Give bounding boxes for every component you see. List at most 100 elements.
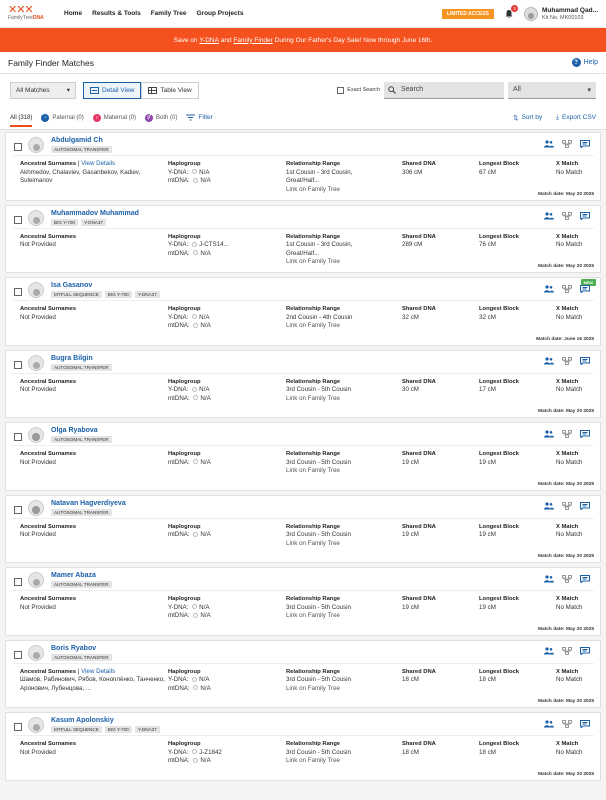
banner-family-finder-link[interactable]: Family Finder [233, 37, 272, 44]
test-tag: Y-DNA37 [134, 291, 160, 298]
family-tree-icon[interactable] [562, 139, 572, 148]
mtdna-label: mtDNA: [168, 177, 190, 184]
tab-maternal[interactable]: ♀ Maternal (0) [92, 113, 136, 122]
filter-button[interactable]: Filter [186, 114, 213, 121]
link-family-tree[interactable]: Link on Family Tree [286, 186, 402, 195]
match-checkbox[interactable] [14, 578, 22, 586]
x-match-label: X Match [556, 378, 579, 385]
link-family-tree[interactable]: Link on Family Tree [286, 395, 402, 404]
export-csv-button[interactable]: ⤓ Export CSV [556, 114, 596, 122]
tab-both[interactable]: ⚥ Both (0) [145, 113, 177, 122]
family-tree-icon[interactable] [562, 429, 572, 438]
view-details-link[interactable]: View Details [81, 668, 115, 675]
match-checkbox[interactable] [14, 288, 22, 296]
relationship-range-extra: Great/Half... [286, 177, 320, 184]
tab-all[interactable]: All (318) [10, 109, 33, 127]
test-tag: Y-DNA37 [80, 218, 106, 226]
help-link[interactable]: ? Help [571, 58, 598, 67]
test-tags: BIG Y-700 Y-DNA37 [51, 218, 139, 226]
link-family-tree[interactable]: Link on Family Tree [286, 685, 402, 694]
match-checkbox[interactable] [14, 215, 22, 224]
message-icon[interactable] [580, 429, 590, 438]
link-family-tree[interactable]: Link on Family Tree [286, 540, 402, 549]
family-tree-icon[interactable] [562, 284, 572, 293]
nav-link-results-tools[interactable]: Results & Tools [92, 10, 141, 17]
match-name[interactable]: Isa Gasanov [51, 282, 160, 289]
user-menu[interactable]: Muhammad Qad... Kit No. MK00103 [524, 6, 598, 21]
filter-label: Filter [198, 114, 213, 121]
family-tree-icon[interactable] [562, 357, 572, 366]
surnames-label: Ancestral Surnames [20, 523, 77, 530]
relationship-icon[interactable] [544, 502, 554, 511]
limited-access-badge[interactable]: LIMITED ACCESS [441, 8, 495, 19]
match-name[interactable]: Kasum Apolonskiy [51, 717, 160, 724]
test-tag: BIG Y-700 [104, 291, 132, 298]
link-family-tree[interactable]: Link on Family Tree [286, 258, 402, 267]
relationship-icon[interactable] [544, 647, 554, 656]
family-tree-icon[interactable] [562, 502, 572, 511]
search-input[interactable]: Search [384, 81, 504, 99]
table-view-button[interactable]: Table View [141, 81, 199, 99]
match-name[interactable]: Boris Ryabov [51, 645, 112, 652]
message-icon[interactable] [580, 719, 590, 728]
family-tree-icon[interactable] [562, 212, 572, 221]
nav-link-home[interactable]: Home [64, 10, 82, 17]
match-checkbox[interactable] [14, 723, 22, 731]
match-name[interactable]: Olga Ryabova [51, 427, 112, 434]
match-name[interactable]: Natavan Hagverdiyeva [51, 500, 126, 507]
link-family-tree[interactable]: Link on Family Tree [286, 467, 402, 476]
match-date: Match date: May 20 2025 [538, 699, 594, 704]
link-family-tree[interactable]: Link on Family Tree [286, 757, 402, 766]
view-details-link[interactable]: View Details [81, 160, 115, 167]
family-tree-icon[interactable] [562, 719, 572, 728]
message-icon[interactable] [580, 357, 590, 366]
relationship-icon[interactable] [544, 212, 554, 221]
message-icon[interactable] [580, 647, 590, 656]
banner-ydna-link[interactable]: Y-DNA [199, 37, 219, 44]
shared-dna-label: Shared DNA [402, 523, 436, 530]
relationship-icon[interactable] [544, 357, 554, 366]
message-icon[interactable] [580, 212, 590, 221]
nav-link-group-projects[interactable]: Group Projects [196, 10, 243, 17]
match-name[interactable]: Bugra Bilgin [51, 355, 112, 362]
relationship-icon[interactable] [544, 139, 554, 148]
filter-icon [186, 114, 196, 121]
family-tree-icon[interactable] [562, 647, 572, 656]
notifications-button[interactable]: 3 [502, 4, 519, 21]
relationship-icon[interactable] [544, 429, 554, 438]
message-icon[interactable] [580, 139, 590, 148]
family-tree-icon[interactable] [562, 574, 572, 583]
detail-view-button[interactable]: Detail View [83, 81, 142, 99]
link-family-tree[interactable]: Link on Family Tree [286, 612, 402, 621]
matches-dropdown[interactable]: All Matches ▾ [10, 81, 76, 99]
match-checkbox[interactable] [14, 360, 22, 369]
tab-paternal[interactable]: ♂ Paternal (0) [41, 113, 84, 122]
relationship-icon[interactable] [544, 719, 554, 728]
match-checkbox[interactable] [14, 650, 22, 659]
match-card: Isa Gasanov MTFULL SEQUENCE BIG Y-700 Y-DN… [5, 277, 601, 346]
relationship-icon[interactable] [544, 284, 554, 293]
test-tags: MTFULL SEQUENCE BIG Y-700 Y-DNA37 [51, 726, 160, 733]
familytreedna-logo[interactable]: ✕✕✕ FamilyTreeDNA [8, 5, 56, 22]
sort-button[interactable]: ⇅ Sort by [513, 114, 542, 122]
match-card: Natavan Hagverdiyeva AUTOSOMAL TRANSFER … [5, 494, 601, 563]
match-name[interactable]: Abdulgamid Ch [51, 137, 112, 144]
link-family-tree[interactable]: Link on Family Tree [286, 322, 402, 331]
match-checkbox[interactable] [14, 433, 22, 441]
message-icon[interactable] [580, 284, 590, 293]
nav-link-family-tree[interactable]: Family Tree [151, 10, 187, 17]
relationship-range: 3rd Cousin - 5th Cousin [286, 603, 352, 611]
message-icon[interactable] [580, 502, 590, 511]
match-name[interactable]: Mamer Abaza [51, 572, 112, 579]
matches-dropdown-value: All Matches [16, 86, 50, 94]
exact-search-checkbox[interactable] [337, 86, 345, 94]
message-icon[interactable] [580, 574, 590, 583]
search-field-dropdown[interactable]: All ▾ [508, 81, 596, 99]
match-checkbox[interactable] [14, 505, 22, 514]
match-checkbox[interactable] [14, 143, 22, 151]
match-name[interactable]: Muhammadov Muhammad [51, 210, 139, 217]
test-tag: AUTOSOMAL TRANSFER [51, 146, 112, 153]
exact-search-toggle[interactable]: Exact Search [337, 86, 380, 94]
download-icon: ⤓ [556, 113, 560, 121]
relationship-icon[interactable] [544, 574, 554, 583]
